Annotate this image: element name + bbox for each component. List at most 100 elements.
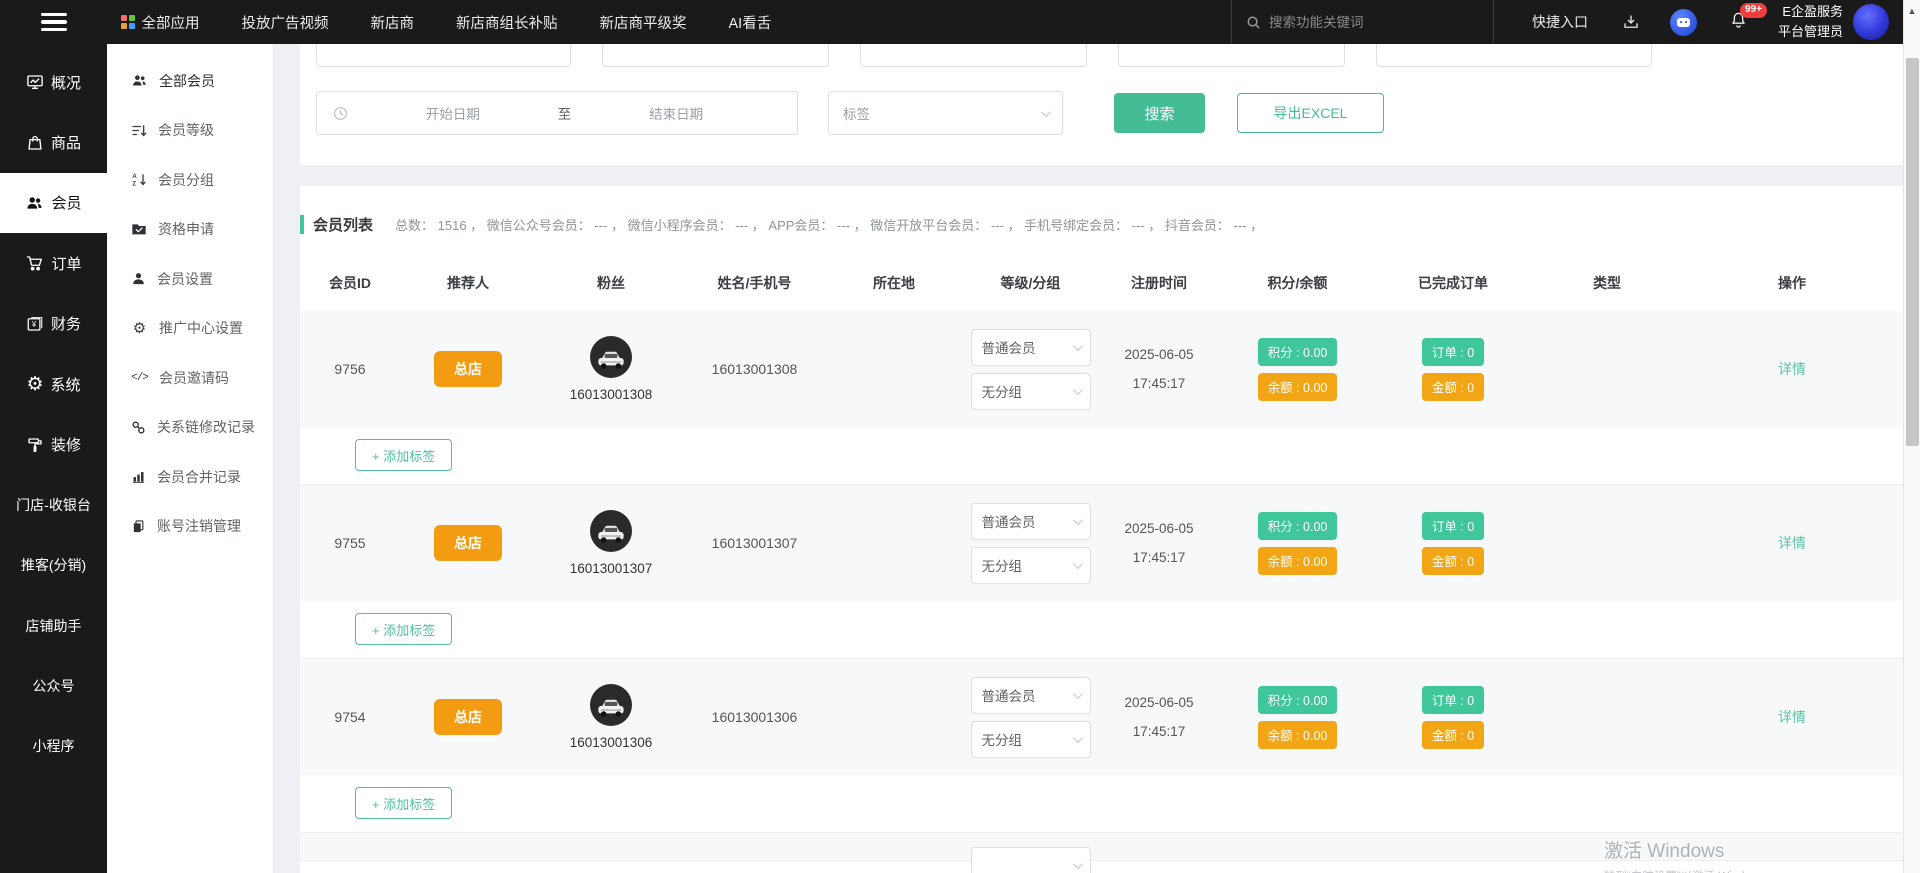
member-row-group-partial bbox=[300, 833, 1903, 861]
sidebar-item-orders[interactable]: 订单 bbox=[0, 233, 107, 293]
green-bar bbox=[300, 215, 304, 234]
svg-text:Z: Z bbox=[132, 182, 136, 188]
group-select[interactable]: 无分组 bbox=[971, 373, 1091, 410]
amount-badge: 金额 : 0 bbox=[1422, 373, 1484, 401]
referrer-button[interactable]: 总店 bbox=[434, 525, 502, 561]
submenu-label: 资格申请 bbox=[158, 219, 214, 239]
gear-icon: ⚙ bbox=[26, 375, 43, 394]
detail-link[interactable]: 详情 bbox=[1778, 533, 1806, 553]
user-account[interactable]: E企盈服务 平台管理员 bbox=[1778, 2, 1889, 42]
sidebar-label: 小程序 bbox=[33, 736, 75, 756]
copy-file-icon bbox=[131, 519, 146, 534]
submenu-promotion-settings[interactable]: ⚙ 推广中心设置 bbox=[107, 304, 273, 354]
submenu-member-groups[interactable]: AZ 会员分组 bbox=[107, 155, 273, 205]
table-row bbox=[300, 833, 1903, 860]
submenu-account-cancellation[interactable]: 账号注销管理 bbox=[107, 502, 273, 552]
sidebar-item-overview[interactable]: 概况 bbox=[0, 52, 107, 112]
chevron-down-icon bbox=[1072, 385, 1082, 395]
detail-link[interactable]: 详情 bbox=[1778, 707, 1806, 727]
sidebar-item-mini-program[interactable]: 小程序 bbox=[0, 716, 107, 776]
table-row: 9754 总店 16013001306 16013001306 普通会员 无分组… bbox=[300, 659, 1903, 775]
add-tag-button[interactable]: + 添加标签 bbox=[355, 439, 452, 471]
registration-time: 2025-06-0517:45:17 bbox=[1096, 344, 1222, 394]
topbar-search[interactable] bbox=[1231, 0, 1494, 44]
detail-link[interactable]: 详情 bbox=[1778, 359, 1806, 379]
nav-peer-award[interactable]: 新店商平级奖 bbox=[600, 12, 687, 33]
submenu-member-settings[interactable]: 会员设置 bbox=[107, 254, 273, 304]
nav-ad-video[interactable]: 投放广告视频 bbox=[242, 12, 329, 33]
search-button[interactable]: 搜索 bbox=[1114, 93, 1205, 133]
filter-input-3[interactable] bbox=[860, 44, 1087, 67]
col-completed-orders: 已完成订单 bbox=[1373, 273, 1533, 293]
sidebar-item-goods[interactable]: 商品 bbox=[0, 112, 107, 172]
scroll-up-arrow-icon[interactable]: ▲ bbox=[1904, 0, 1920, 16]
submenu-merge-log[interactable]: 会员合并记录 bbox=[107, 452, 273, 502]
col-fans: 粉丝 bbox=[536, 273, 686, 293]
add-tag-button[interactable]: + 添加标签 bbox=[355, 787, 452, 819]
export-excel-button[interactable]: 导出EXCEL bbox=[1237, 93, 1384, 133]
level-select[interactable]: 普通会员 bbox=[971, 503, 1091, 540]
fans-name: 16013001307 bbox=[570, 561, 653, 576]
top-nav: 全部应用 投放广告视频 新店商 新店商组长补贴 新店商平级奖 AI看舌 bbox=[121, 12, 771, 33]
sidebar-item-official-account[interactable]: 公众号 bbox=[0, 656, 107, 716]
nav-ai-tongue[interactable]: AI看舌 bbox=[729, 12, 772, 33]
sidebar-item-decorate[interactable]: 装修 bbox=[0, 414, 107, 474]
download-button[interactable] bbox=[1622, 13, 1640, 31]
submenu-relation-log[interactable]: 关系链修改记录 bbox=[107, 403, 273, 453]
registration-time: 2025-06-0517:45:17 bbox=[1096, 518, 1222, 568]
sidebar-item-system[interactable]: ⚙ 系统 bbox=[0, 354, 107, 414]
quick-entry-link[interactable]: 快捷入口 bbox=[1532, 12, 1588, 32]
referrer-button[interactable]: 总店 bbox=[434, 699, 502, 735]
filter-input-5[interactable] bbox=[1376, 44, 1652, 67]
sidebar-label: 系统 bbox=[51, 374, 81, 395]
add-tag-button[interactable]: + 添加标签 bbox=[355, 613, 452, 645]
submenu-label: 全部会员 bbox=[159, 71, 215, 91]
sidebar-label: 商品 bbox=[51, 132, 81, 153]
col-referrer: 推荐人 bbox=[400, 273, 536, 293]
submenu-label: 会员邀请码 bbox=[159, 368, 229, 388]
chevron-down-icon bbox=[1072, 859, 1082, 869]
member-avatar bbox=[590, 510, 632, 552]
level-select[interactable]: 普通会员 bbox=[971, 329, 1091, 366]
level-select[interactable]: 普通会员 bbox=[971, 677, 1091, 714]
sidebar-item-shop-assistant[interactable]: 店铺助手 bbox=[0, 596, 107, 656]
scrollbar-thumb[interactable] bbox=[1906, 58, 1919, 446]
filter-input-4[interactable] bbox=[1118, 44, 1345, 67]
group-select[interactable]: 无分组 bbox=[971, 547, 1091, 584]
filter-input-2[interactable] bbox=[602, 44, 829, 67]
level-select[interactable] bbox=[971, 847, 1091, 873]
table-row: 9756 总店 16013001308 16013001308 普通会员 无分组… bbox=[300, 311, 1903, 427]
sidebar-item-finance[interactable]: ¥ 财务 bbox=[0, 294, 107, 354]
paint-roller-icon bbox=[26, 436, 44, 454]
assistant-robot-icon[interactable] bbox=[1670, 9, 1697, 36]
submenu-label: 关系链修改记录 bbox=[157, 417, 255, 437]
users-icon bbox=[131, 73, 148, 88]
submenu-all-members[interactable]: 全部会员 bbox=[107, 56, 273, 106]
hamburger-menu-icon[interactable] bbox=[0, 13, 107, 32]
search-input[interactable] bbox=[1269, 15, 1449, 30]
download-icon bbox=[1622, 13, 1640, 31]
submenu-qualification[interactable]: 资格申请 bbox=[107, 205, 273, 255]
member-avatar bbox=[590, 336, 632, 378]
fans-name: 16013001306 bbox=[570, 735, 653, 750]
sidebar-item-store-cashier[interactable]: 门店-收银台 bbox=[0, 475, 107, 535]
submenu-invite-code[interactable]: </> 会员邀请码 bbox=[107, 353, 273, 403]
sidebar-item-distribution[interactable]: 推客(分销) bbox=[0, 535, 107, 595]
sidebar-item-members[interactable]: 会员 bbox=[0, 173, 107, 233]
submenu-label: 账号注销管理 bbox=[157, 516, 241, 536]
notifications-button[interactable]: 99+ bbox=[1729, 10, 1748, 35]
referrer-button[interactable]: 总店 bbox=[434, 351, 502, 387]
group-select[interactable]: 无分组 bbox=[971, 721, 1091, 758]
nav-leader-subsidy[interactable]: 新店商组长补贴 bbox=[456, 12, 558, 33]
sidebar-label: 订单 bbox=[51, 253, 81, 274]
submenu-member-levels[interactable]: 会员等级 bbox=[107, 106, 273, 156]
chevron-down-icon bbox=[1072, 733, 1082, 743]
avatar[interactable] bbox=[1853, 4, 1889, 40]
date-range-picker[interactable]: 开始日期 至 结束日期 bbox=[316, 91, 798, 135]
nav-new-shop[interactable]: 新店商 bbox=[371, 12, 415, 33]
nav-all-apps[interactable]: 全部应用 bbox=[121, 12, 200, 33]
submenu-label: 会员设置 bbox=[157, 269, 213, 289]
tag-select[interactable]: 标签 bbox=[828, 91, 1063, 135]
member-row-group: 9754 总店 16013001306 16013001306 普通会员 无分组… bbox=[300, 659, 1903, 833]
filter-input-1[interactable] bbox=[316, 44, 571, 67]
